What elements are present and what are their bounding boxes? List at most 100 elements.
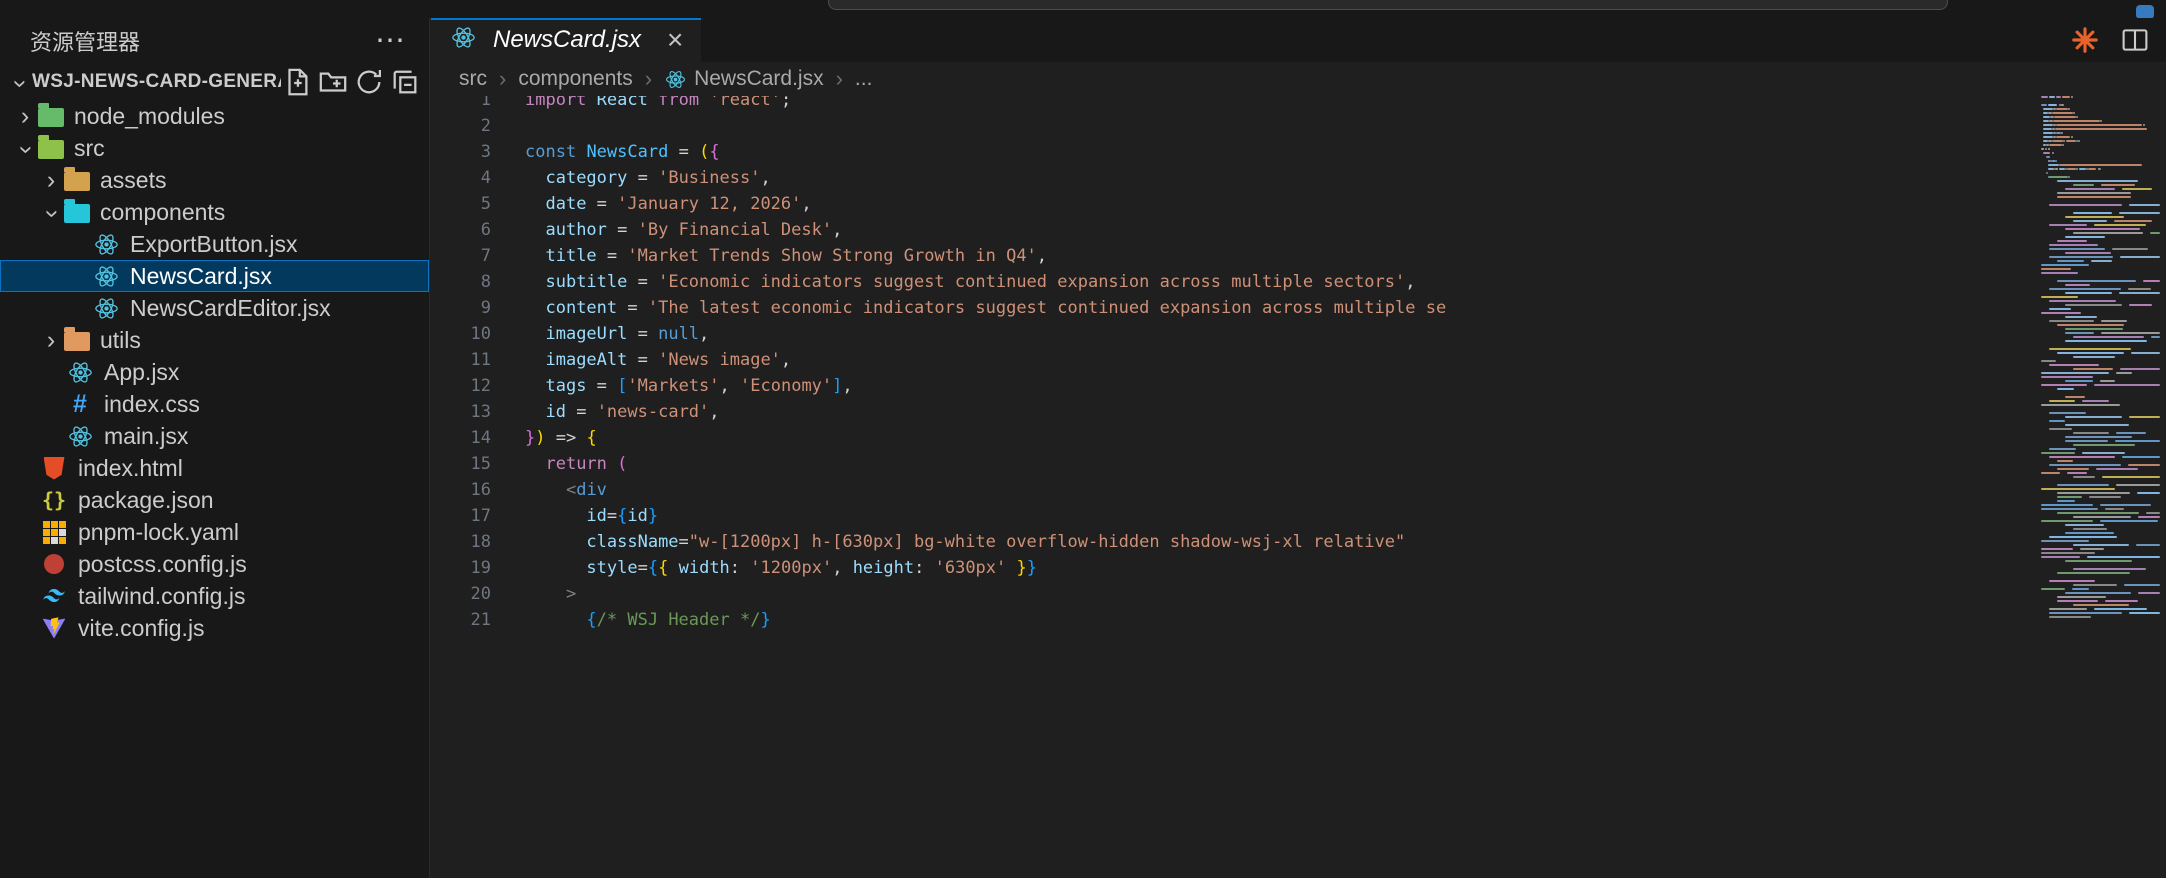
code-line[interactable]: 13 id = 'news-card', — [431, 399, 2035, 425]
code-line[interactable]: 11 imageAlt = 'News image', — [431, 347, 2035, 373]
code-text: style={{ width: '1200px', height: '630px… — [525, 555, 1037, 581]
breadcrumb-item--[interactable]: ... — [855, 67, 873, 91]
minimap-line — [2055, 128, 2147, 130]
sidebar-item-app-jsx[interactable]: App.jsx — [0, 356, 429, 388]
sidebar-item-node-modules[interactable]: ›node_modules — [0, 100, 429, 132]
sidebar-item-index-html[interactable]: index.html — [0, 452, 429, 484]
command-center[interactable] — [828, 0, 1948, 10]
sidebar-item-postcss-config-js[interactable]: postcss.config.js — [0, 548, 429, 580]
code-line[interactable]: 17 id={id} — [431, 503, 2035, 529]
split-editor-icon[interactable] — [2120, 25, 2150, 55]
chevron-down-icon: › — [8, 70, 33, 96]
sidebar-item-newscard-jsx[interactable]: NewsCard.jsx — [0, 260, 429, 292]
minimap-line — [2065, 592, 2131, 594]
minimap-line — [2100, 120, 2102, 122]
minimap-line — [2068, 108, 2070, 110]
line-number: 13 — [431, 399, 491, 425]
breadcrumb: src›components›NewsCard.jsx›... — [431, 62, 2166, 96]
new-folder-icon[interactable] — [317, 66, 349, 98]
code-text: }) => { — [525, 425, 597, 451]
sidebar-item-package-json[interactable]: {}package.json — [0, 484, 429, 516]
sidebar-item-assets[interactable]: ›assets — [0, 164, 429, 196]
file-label: node_modules — [74, 103, 225, 130]
code-line[interactable]: 18 className="w-[1200px] h-[630px] bg-wh… — [431, 529, 2035, 555]
code-line[interactable]: 2 — [431, 113, 2035, 139]
minimap-line — [2065, 560, 2132, 562]
sidebar-item-newscardeditor-jsx[interactable]: NewsCardEditor.jsx — [0, 292, 429, 324]
minimap-line — [2057, 460, 2073, 462]
minimap-line — [2088, 168, 2096, 170]
code-text: author = 'By Financial Desk', — [525, 217, 842, 243]
code-text: content = 'The latest economic indicator… — [525, 295, 1446, 321]
sidebar-item-main-jsx[interactable]: main.jsx — [0, 420, 429, 452]
code-line[interactable]: 7 title = 'Market Trends Show Strong Gro… — [431, 243, 2035, 269]
minimap-line — [2101, 184, 2135, 186]
format-star-icon[interactable] — [2070, 25, 2100, 55]
minimap-line — [2041, 268, 2071, 270]
file-label: postcss.config.js — [78, 551, 247, 578]
minimap-line — [2138, 592, 2160, 594]
chevron-down-icon: › — [14, 136, 39, 162]
code-line[interactable]: 14 }) => { — [431, 425, 2035, 451]
line-number: 14 — [431, 425, 491, 451]
tab-newscard-jsx[interactable]: NewsCard.jsx × — [431, 18, 701, 62]
code-line[interactable]: 19 style={{ width: '1200px', height: '63… — [431, 555, 2035, 581]
sidebar-item-index-css[interactable]: #index.css — [0, 388, 429, 420]
code-line[interactable]: 8 subtitle = 'Economic indicators sugges… — [431, 269, 2035, 295]
json-icon: {} — [40, 487, 68, 513]
breadcrumb-item-components[interactable]: components — [518, 67, 632, 91]
minimap-line — [2041, 372, 2109, 374]
new-file-icon[interactable] — [281, 66, 313, 98]
sidebar-item-src[interactable]: ›src — [0, 132, 429, 164]
file-label: components — [100, 199, 225, 226]
minimap-line — [2057, 240, 2087, 242]
breadcrumb-label: components — [518, 67, 632, 91]
code-line[interactable]: 20 > — [431, 581, 2035, 607]
collapse-all-icon[interactable] — [389, 66, 421, 98]
breadcrumb-item-src[interactable]: src — [459, 67, 487, 91]
sidebar-item-pnpm-lock-yaml[interactable]: pnpm-lock.yaml — [0, 516, 429, 548]
code-line[interactable]: 3const NewsCard = ({ — [431, 139, 2035, 165]
minimap-line — [2099, 168, 2101, 170]
line-number: 21 — [431, 607, 491, 633]
code-line[interactable]: 1import React from 'react'; — [431, 96, 2035, 113]
minimap-line — [2053, 140, 2064, 142]
minimap[interactable] — [2035, 96, 2166, 666]
minimap-line — [2082, 400, 2110, 402]
minimap-line — [2057, 192, 2131, 194]
explorer-section-header[interactable]: › WSJ-NEWS-CARD-GENERAT... — [0, 64, 429, 100]
minimap-line — [2049, 364, 2099, 366]
code-line[interactable]: 15 return ( — [431, 451, 2035, 477]
minimap-line — [2041, 540, 2089, 542]
minimap-line — [2041, 264, 2089, 266]
minimap-line — [2049, 412, 2086, 414]
line-number: 6 — [431, 217, 491, 243]
minimap-line — [2041, 556, 2080, 558]
code-editor[interactable]: 1import React from 'react';23const NewsC… — [431, 96, 2035, 878]
minimap-line — [2073, 220, 2107, 222]
code-line[interactable]: 5 date = 'January 12, 2026', — [431, 191, 2035, 217]
code-line[interactable]: 6 author = 'By Financial Desk', — [431, 217, 2035, 243]
code-line[interactable]: 10 imageUrl = null, — [431, 321, 2035, 347]
minimap-line — [2057, 492, 2130, 494]
code-line[interactable]: 12 tags = ['Markets', 'Economy'], — [431, 373, 2035, 399]
more-actions-icon[interactable]: ⋯ — [375, 32, 405, 50]
minimap-line — [2073, 336, 2144, 338]
breadcrumb-item-newscard-jsx[interactable]: NewsCard.jsx — [664, 67, 824, 91]
sidebar-item-tailwind-config-js[interactable]: tailwind.config.js — [0, 580, 429, 612]
minimap-line — [2087, 556, 2160, 558]
sidebar-item-utils[interactable]: ›utils — [0, 324, 429, 356]
code-line[interactable]: 21 {/* WSJ Header */} — [431, 607, 2035, 633]
close-icon[interactable]: × — [667, 26, 683, 54]
minimap-line — [2124, 584, 2160, 586]
sidebar-item-exportbutton-jsx[interactable]: ExportButton.jsx — [0, 228, 429, 260]
minimap-line — [2065, 228, 2140, 230]
code-line[interactable]: 9 content = 'The latest economic indicat… — [431, 295, 2035, 321]
sidebar-item-components[interactable]: ›components — [0, 196, 429, 228]
code-line[interactable]: 16 <div — [431, 477, 2035, 503]
sidebar-item-vite-config-js[interactable]: vite.config.js — [0, 612, 429, 644]
refresh-icon[interactable] — [353, 66, 385, 98]
minimap-line — [2119, 212, 2161, 214]
code-text: {/* WSJ Header */} — [525, 607, 771, 633]
code-line[interactable]: 4 category = 'Business', — [431, 165, 2035, 191]
